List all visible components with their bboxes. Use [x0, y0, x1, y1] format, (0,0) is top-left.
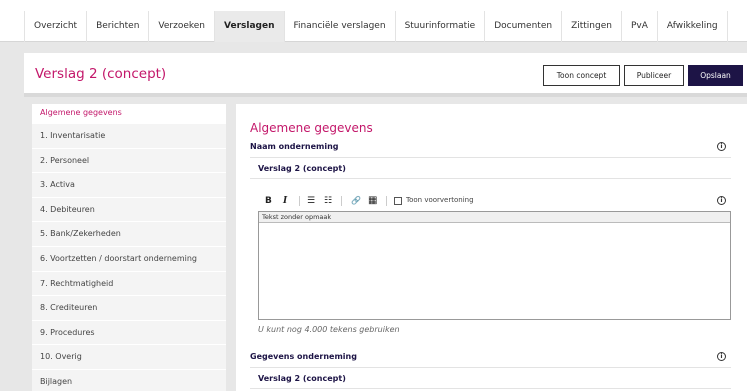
- info-icon[interactable]: i: [717, 196, 726, 205]
- tab-stuurinformatie[interactable]: Stuurinformatie: [396, 11, 486, 42]
- naam-onderneming-label: Naam onderneming: [250, 142, 339, 151]
- preview-label: Toon voorvertoning: [406, 196, 474, 204]
- rich-text-editor[interactable]: Tekst zonder opmaak: [258, 211, 731, 320]
- sidebar-item-activa[interactable]: 3. Activa: [32, 173, 226, 198]
- tab-overzicht[interactable]: Overzicht: [24, 11, 88, 42]
- sidebar-item-inventarisatie[interactable]: 1. Inventarisatie: [32, 124, 226, 149]
- sidebar-item-bijlagen[interactable]: Bijlagen: [32, 369, 226, 391]
- toon-concept-button[interactable]: Toon concept: [543, 65, 620, 86]
- toolbar-divider: [341, 196, 342, 206]
- bold-button[interactable]: B: [265, 194, 272, 208]
- numbered-list-icon[interactable]: ☷: [324, 194, 332, 208]
- report-header: Verslag 2 (concept) Toon concept Publice…: [24, 53, 747, 97]
- editor-toolbar: B I ☰ ☷ 🔗 ▦ Toon voorvertoning i: [250, 194, 731, 210]
- sidebar-item-bank-zekerheden[interactable]: 5. Bank/Zekerheden: [32, 222, 226, 247]
- publiceer-button[interactable]: Publiceer: [624, 65, 684, 86]
- tab-verslagen[interactable]: Verslagen: [215, 11, 285, 42]
- tab-verzoeken[interactable]: Verzoeken: [149, 11, 216, 42]
- table-icon[interactable]: ▦: [368, 194, 377, 208]
- tab-financiele-verslagen[interactable]: Financiële verslagen: [285, 11, 396, 42]
- bullet-list-icon[interactable]: ☰: [307, 194, 315, 208]
- toolbar-divider: [299, 196, 300, 206]
- naam-onderneming-row: Verslag 2 (concept): [250, 157, 731, 179]
- main-content: Algemene gegevens Naam onderneming i Ver…: [236, 104, 747, 391]
- gegevens-onderneming-label: Gegevens onderneming: [250, 352, 357, 361]
- sidebar-item-personeel[interactable]: 2. Personeel: [32, 148, 226, 174]
- top-navigation: Overzicht Berichten Verzoeken Verslagen …: [0, 0, 747, 42]
- sidebar-item-voortzetten-doorstart[interactable]: 6. Voortzetten / doorstart onderneming: [32, 246, 226, 272]
- page-title: Verslag 2 (concept): [35, 66, 167, 82]
- info-icon[interactable]: i: [717, 352, 726, 361]
- sidebar-item-algemene-gegevens[interactable]: Algemene gegevens: [32, 104, 226, 124]
- sidebar-item-procedures[interactable]: 9. Procedures: [32, 320, 226, 346]
- editor-statusbar: Tekst zonder opmaak: [259, 212, 730, 223]
- section-title: Algemene gegevens: [250, 121, 373, 135]
- tab-pva[interactable]: PvA: [622, 11, 658, 42]
- gegevens-onderneming-row: Verslag 2 (concept): [250, 367, 731, 389]
- section-sidebar: Algemene gegevens 1. Inventarisatie 2. P…: [32, 104, 226, 391]
- toolbar-divider: [386, 196, 387, 206]
- sidebar-item-crediteuren[interactable]: 8. Crediteuren: [32, 296, 226, 321]
- gegevens-onderneming-value: Verslag 2 (concept): [258, 374, 346, 383]
- preview-checkbox[interactable]: [394, 197, 402, 205]
- tab-zittingen[interactable]: Zittingen: [562, 11, 622, 42]
- naam-onderneming-value: Verslag 2 (concept): [258, 164, 346, 173]
- italic-button[interactable]: I: [283, 194, 287, 208]
- info-icon[interactable]: i: [717, 142, 726, 151]
- top-tabs: Overzicht Berichten Verzoeken Verslagen …: [24, 11, 728, 42]
- link-icon[interactable]: 🔗: [351, 194, 361, 208]
- sidebar-item-rechtmatigheid[interactable]: 7. Rechtmatigheid: [32, 271, 226, 297]
- tab-documenten[interactable]: Documenten: [485, 11, 563, 42]
- tab-afwikkeling[interactable]: Afwikkeling: [658, 11, 728, 42]
- tab-berichten[interactable]: Berichten: [87, 11, 150, 42]
- sidebar-item-debiteuren[interactable]: 4. Debiteuren: [32, 197, 226, 223]
- character-count-hint: U kunt nog 4.000 tekens gebruiken: [258, 325, 400, 334]
- opslaan-button[interactable]: Opslaan: [688, 65, 743, 86]
- sidebar-item-overig[interactable]: 10. Overig: [32, 345, 226, 370]
